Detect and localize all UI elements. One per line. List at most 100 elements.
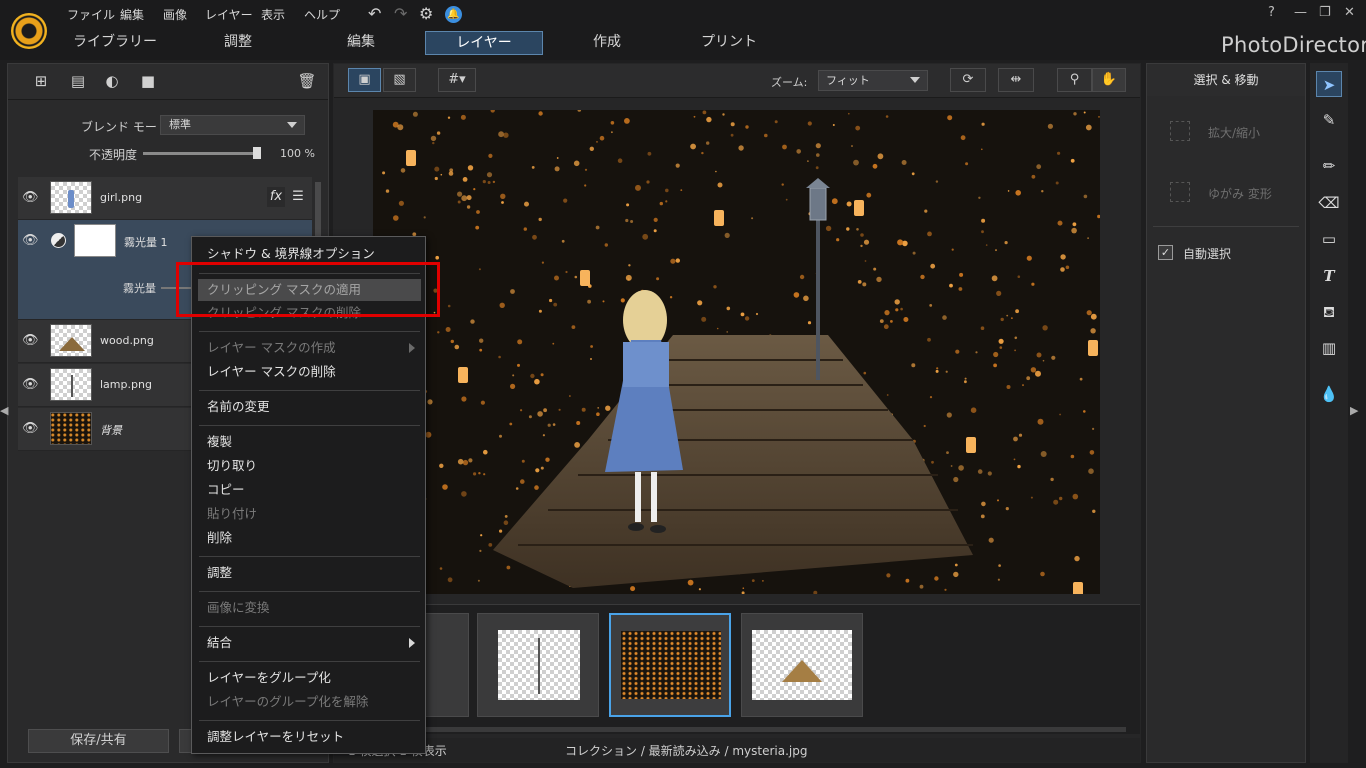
menu-rename[interactable]: 名前の変更: [192, 396, 425, 418]
tab-print[interactable]: プリント: [674, 31, 784, 55]
droplet-icon[interactable]: 💧: [1316, 381, 1342, 407]
eye-icon[interactable]: 👁: [22, 333, 39, 348]
eye-icon[interactable]: 👁: [22, 190, 39, 205]
grid-icon[interactable]: #▾: [438, 68, 476, 92]
menu-cut[interactable]: 切り取り: [192, 455, 425, 477]
lantern-light: [848, 112, 850, 115]
warp-tool-label[interactable]: ゆがみ 変形: [1208, 185, 1272, 202]
layer-name: wood.png: [100, 334, 154, 347]
eraser-icon[interactable]: ⌫: [1316, 190, 1342, 216]
view-compare-icon[interactable]: ▧: [383, 68, 416, 92]
lantern-light: [1047, 123, 1053, 129]
tab-layer[interactable]: レイヤー: [425, 31, 543, 55]
film-thumb-selected[interactable]: [609, 613, 731, 717]
lantern-light: [883, 324, 889, 330]
select-move-tool-icon[interactable]: ➤: [1316, 71, 1342, 97]
undo-icon[interactable]: ↶: [368, 4, 381, 23]
lantern-light: [450, 339, 454, 344]
lantern-light: [625, 274, 632, 281]
eye-icon[interactable]: 👁: [22, 233, 39, 248]
auto-select-checkbox[interactable]: ✓: [1158, 245, 1173, 260]
scale-tool-label[interactable]: 拡大/縮小: [1208, 124, 1260, 141]
zoom-select[interactable]: フィット: [818, 70, 928, 91]
rotate-icon[interactable]: ⟳: [950, 68, 986, 92]
tab-edit[interactable]: 編集: [306, 31, 416, 55]
scale-icon[interactable]: [1170, 121, 1190, 141]
menu-adjust[interactable]: 調整: [192, 562, 425, 584]
paint-bucket-icon[interactable]: ⛾: [1316, 299, 1342, 325]
trash-icon[interactable]: 🗑: [296, 72, 318, 90]
menu-group-layers[interactable]: レイヤーをグループ化: [192, 667, 425, 689]
menu-delete-layer-mask[interactable]: レイヤー マスクの削除: [192, 361, 425, 383]
zoom-magnifier-icon[interactable]: ⚲: [1057, 68, 1092, 92]
warp-icon[interactable]: [1170, 182, 1190, 202]
menu-image[interactable]: 画像: [163, 6, 187, 24]
lantern-light: [698, 588, 701, 591]
menu-layer[interactable]: レイヤー: [205, 6, 253, 24]
opacity-slider-handle[interactable]: [253, 147, 261, 159]
rectangle-icon[interactable]: ▭: [1316, 226, 1342, 252]
flip-icon[interactable]: ⇹: [998, 68, 1034, 92]
menu-view[interactable]: 表示: [261, 6, 285, 24]
menu-help[interactable]: ヘルプ: [304, 6, 340, 24]
eye-icon[interactable]: 👁: [22, 377, 39, 392]
fx-icon[interactable]: fx: [267, 187, 285, 207]
restore-button[interactable]: ❐: [1319, 5, 1331, 20]
gradient-icon[interactable]: ▥: [1316, 335, 1342, 361]
notification-bell-icon[interactable]: 🔔: [445, 6, 462, 23]
layer-options-icon[interactable]: ▤: [67, 72, 89, 90]
menu-create-layer-mask[interactable]: レイヤー マスクの作成: [192, 337, 425, 359]
menu-delete[interactable]: 削除: [192, 527, 425, 549]
lantern-light: [397, 124, 404, 131]
blend-mode-select[interactable]: 標準: [160, 115, 305, 135]
filmstrip-scrollbar[interactable]: [346, 727, 1126, 732]
mask-icon[interactable]: ■: [137, 72, 159, 90]
menu-file[interactable]: ファイル: [67, 6, 115, 24]
lantern-light: [520, 479, 525, 484]
menu-copy[interactable]: コピー: [192, 479, 425, 501]
adjust-sliders-icon[interactable]: ☰: [289, 187, 307, 207]
lantern-light: [630, 586, 636, 592]
lantern-light: [885, 115, 889, 118]
menu-paste[interactable]: 貼り付け: [192, 503, 425, 525]
menu-ungroup-layers[interactable]: レイヤーのグループ化を解除: [192, 691, 425, 713]
tab-library[interactable]: ライブラリー: [60, 31, 170, 55]
film-thumb[interactable]: [477, 613, 599, 717]
minimize-button[interactable]: —: [1294, 5, 1307, 20]
photo-canvas[interactable]: [373, 110, 1100, 594]
menu-convert-to-image[interactable]: 画像に変換: [192, 597, 425, 619]
tab-adjust[interactable]: 調整: [183, 31, 293, 55]
scrollbar-thumb[interactable]: [315, 182, 321, 237]
lantern-light: [480, 534, 483, 537]
menu-edit[interactable]: 編集: [120, 6, 144, 24]
lantern-light: [552, 342, 555, 345]
menu-duplicate[interactable]: 複製: [192, 431, 425, 453]
collapse-left-icon[interactable]: ◀: [0, 404, 8, 420]
lantern-light: [958, 465, 964, 471]
collapse-right-icon[interactable]: ▶: [1350, 404, 1358, 417]
hand-pan-icon[interactable]: ✋: [1092, 68, 1126, 92]
layer-row-girl[interactable]: 👁 girl.png fx ☰: [18, 177, 312, 220]
tab-create[interactable]: 作成: [552, 31, 662, 55]
lantern-light: [745, 125, 749, 129]
redo-icon[interactable]: ↷: [394, 4, 407, 23]
lantern-light: [454, 344, 460, 350]
eye-icon[interactable]: 👁: [22, 421, 39, 436]
text-tool-icon[interactable]: T: [1316, 263, 1342, 289]
add-layer-icon[interactable]: ⊞: [30, 72, 52, 90]
menu-reset-adjustment-layer[interactable]: 調整レイヤーをリセット: [192, 726, 425, 748]
settings-gear-icon[interactable]: ⚙: [419, 4, 433, 23]
film-thumb[interactable]: [741, 613, 863, 717]
lantern-light: [1070, 454, 1075, 459]
smart-brush-icon[interactable]: ✎: [1316, 107, 1342, 133]
adjustment-layer-icon[interactable]: ◐: [101, 72, 123, 90]
lantern-light: [466, 205, 471, 209]
pencil-icon[interactable]: ✏: [1316, 153, 1342, 179]
opacity-slider-track[interactable]: [143, 152, 261, 155]
help-button[interactable]: ?: [1268, 5, 1275, 20]
view-single-icon[interactable]: ▣: [348, 68, 381, 92]
close-button[interactable]: ✕: [1344, 5, 1355, 20]
save-share-button[interactable]: 保存/共有: [28, 729, 169, 753]
lantern-light: [457, 200, 461, 204]
menu-merge[interactable]: 結合: [192, 632, 425, 654]
